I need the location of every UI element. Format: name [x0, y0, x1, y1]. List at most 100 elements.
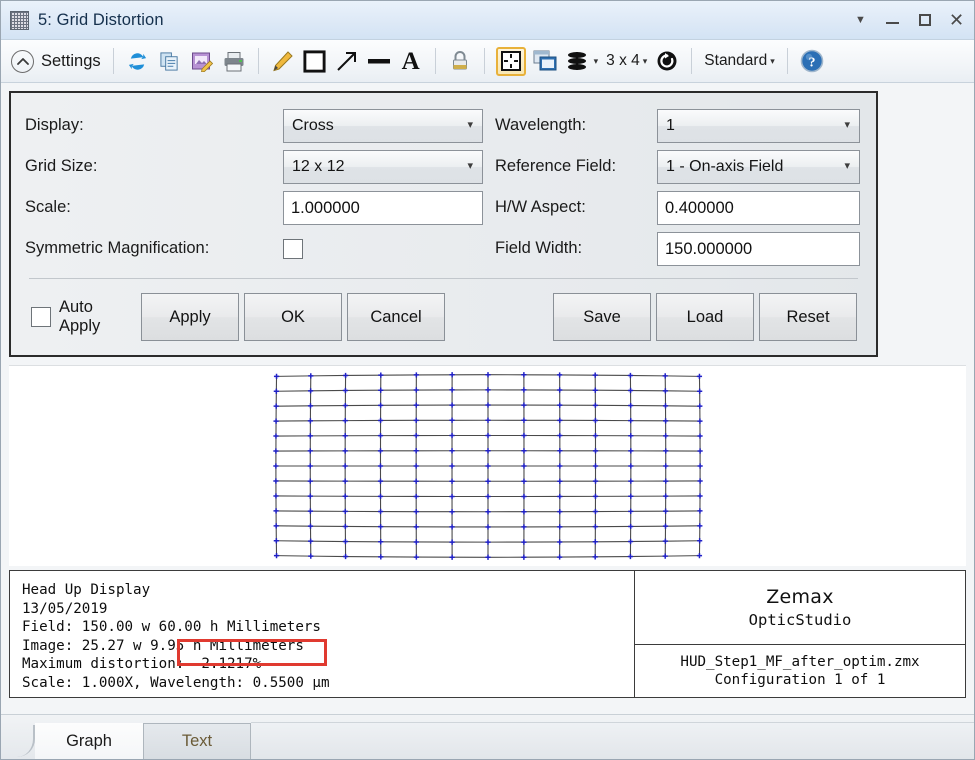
grid-icon — [10, 11, 29, 30]
refresh-icon[interactable] — [125, 48, 151, 74]
info-line: Head Up Display — [22, 581, 634, 600]
ok-button[interactable]: OK — [244, 293, 342, 341]
clone-window-icon[interactable] — [532, 48, 558, 74]
line-icon[interactable] — [366, 48, 392, 74]
grid-distortion-window: 5: Grid Distortion ▼ ✕ Settings — [0, 0, 975, 760]
settings-label: Settings — [41, 52, 101, 71]
chevron-down-icon: ▾ — [844, 118, 850, 131]
display-value: Cross — [292, 110, 334, 142]
print-icon[interactable] — [221, 48, 247, 74]
auto-apply-group[interactable]: Auto Apply — [31, 298, 127, 336]
chevron-down-icon: ▾ — [467, 159, 473, 172]
display-select[interactable]: Cross ▾ — [283, 109, 483, 143]
grid-size-select[interactable]: 12 x 12 ▾ — [283, 150, 483, 184]
rotate-icon[interactable] — [654, 48, 680, 74]
grid-size-label: Grid Size: — [25, 157, 283, 176]
grid-layout-label[interactable]: 3 x 4 — [606, 52, 640, 70]
field-wavelength: Wavelength: 1 ▾ — [495, 105, 862, 146]
max-distortion-line: Maximum distortion: -2.1217% — [22, 655, 634, 674]
maximize-button[interactable] — [917, 13, 932, 28]
tab-curve-decoration — [9, 723, 35, 759]
field-width-input[interactable]: 150.000000 — [657, 232, 860, 266]
tab-bar-filler — [251, 722, 974, 759]
file-block: HUD_Step1_MF_after_optim.zmx Configurati… — [635, 645, 965, 697]
scale-input[interactable]: 1.000000 — [283, 191, 483, 225]
field-field-width: Field Width: 150.000000 — [495, 228, 862, 269]
copy-icon[interactable] — [157, 48, 183, 74]
info-line: 13/05/2019 — [22, 600, 634, 619]
tab-text[interactable]: Text — [143, 723, 251, 759]
hw-aspect-input[interactable]: 0.400000 — [657, 191, 860, 225]
scale-label: Scale: — [25, 198, 283, 217]
toolbar-separator — [435, 48, 436, 74]
style-label[interactable]: Standard — [704, 52, 767, 70]
plot-info-text: Head Up Display 13/05/2019 Field: 150.00… — [10, 571, 634, 697]
toolbar-separator — [787, 48, 788, 74]
settings-column-right: Wavelength: 1 ▾ Reference Field: 1 - On-… — [495, 105, 862, 269]
info-line: Image: 25.27 w 9.95 h Millimeters — [22, 637, 634, 656]
info-line: Field: 150.00 w 60.00 h Millimeters — [22, 618, 634, 637]
field-hw-aspect: H/W Aspect: 0.400000 — [495, 187, 862, 228]
wavelength-label: Wavelength: — [495, 116, 657, 135]
display-label: Display: — [25, 116, 283, 135]
settings-button[interactable]: Settings — [9, 48, 105, 75]
text-A-icon[interactable]: A — [398, 48, 424, 74]
field-width-label: Field Width: — [495, 239, 657, 258]
auto-apply-label: Auto Apply — [59, 298, 127, 336]
toolbar-separator — [484, 48, 485, 74]
save-image-icon[interactable] — [189, 48, 215, 74]
field-reference-field: Reference Field: 1 - On-axis Field ▾ — [495, 146, 862, 187]
wavelength-value: 1 — [666, 110, 675, 142]
arrow-icon[interactable] — [334, 48, 360, 74]
window-controls: ▼ ✕ — [853, 1, 964, 39]
toolbar-separator — [691, 48, 692, 74]
rectangle-icon[interactable] — [302, 48, 328, 74]
grid-distortion-svg — [258, 366, 718, 566]
window-menu-caret-icon[interactable]: ▼ — [853, 13, 868, 28]
save-button[interactable]: Save — [553, 293, 651, 341]
window-title: 5: Grid Distortion — [38, 11, 164, 30]
close-button[interactable]: ✕ — [949, 13, 964, 28]
reset-button[interactable]: Reset — [759, 293, 857, 341]
grid-layout-caret-icon[interactable]: ▾ — [643, 56, 648, 67]
field-grid-size: Grid Size: 12 x 12 ▾ — [25, 146, 495, 187]
brand-product: OpticStudio — [749, 611, 852, 629]
auto-apply-checkbox[interactable] — [31, 307, 51, 327]
info-line: Scale: 1.000X, Wavelength: 0.5500 µm — [22, 674, 634, 693]
brand-block: Zemax OpticStudio — [635, 571, 965, 645]
fit-window-icon[interactable] — [496, 47, 526, 76]
field-symmetric-magnification: Symmetric Magnification: — [25, 228, 495, 269]
lock-icon[interactable] — [447, 48, 473, 74]
chevron-down-icon: ▾ — [844, 159, 850, 172]
chevron-down-icon: ▾ — [467, 118, 473, 131]
reference-field-value: 1 - On-axis Field — [666, 151, 783, 183]
reference-field-select[interactable]: 1 - On-axis Field ▾ — [657, 150, 860, 184]
layers-icon[interactable] — [564, 48, 590, 74]
grid-size-value: 12 x 12 — [292, 151, 344, 183]
settings-column-left: Display: Cross ▾ Grid Size: 12 x 12 ▾ Sc… — [25, 105, 495, 269]
bottom-tab-bar: Graph Text — [1, 714, 974, 759]
style-caret-icon[interactable]: ▾ — [770, 56, 775, 67]
wavelength-select[interactable]: 1 ▾ — [657, 109, 860, 143]
tab-graph[interactable]: Graph — [35, 723, 143, 759]
toolbar-separator — [113, 48, 114, 74]
settings-panel: Display: Cross ▾ Grid Size: 12 x 12 ▾ Sc… — [9, 91, 878, 357]
reference-field-label: Reference Field: — [495, 157, 657, 176]
minimize-button[interactable] — [885, 13, 900, 28]
symmetric-magnification-label: Symmetric Magnification: — [25, 239, 283, 258]
apply-button[interactable]: Apply — [141, 293, 239, 341]
symmetric-magnification-checkbox[interactable] — [283, 239, 303, 259]
hw-aspect-label: H/W Aspect: — [495, 198, 657, 217]
chevron-up-icon — [11, 50, 34, 73]
annotate-pencil-icon[interactable] — [270, 48, 296, 74]
load-button[interactable]: Load — [656, 293, 754, 341]
grid-distortion-plot — [9, 365, 966, 566]
help-icon[interactable]: ? — [799, 48, 825, 74]
layers-caret-icon[interactable]: ▾ — [594, 56, 599, 67]
title-block: Zemax OpticStudio HUD_Step1_MF_after_opt… — [634, 571, 965, 697]
file-name: HUD_Step1_MF_after_optim.zmx — [680, 653, 919, 672]
cancel-button[interactable]: Cancel — [347, 293, 445, 341]
plot-info-block: Head Up Display 13/05/2019 Field: 150.00… — [9, 570, 966, 698]
field-scale: Scale: 1.000000 — [25, 187, 495, 228]
svg-text:?: ? — [808, 56, 815, 71]
